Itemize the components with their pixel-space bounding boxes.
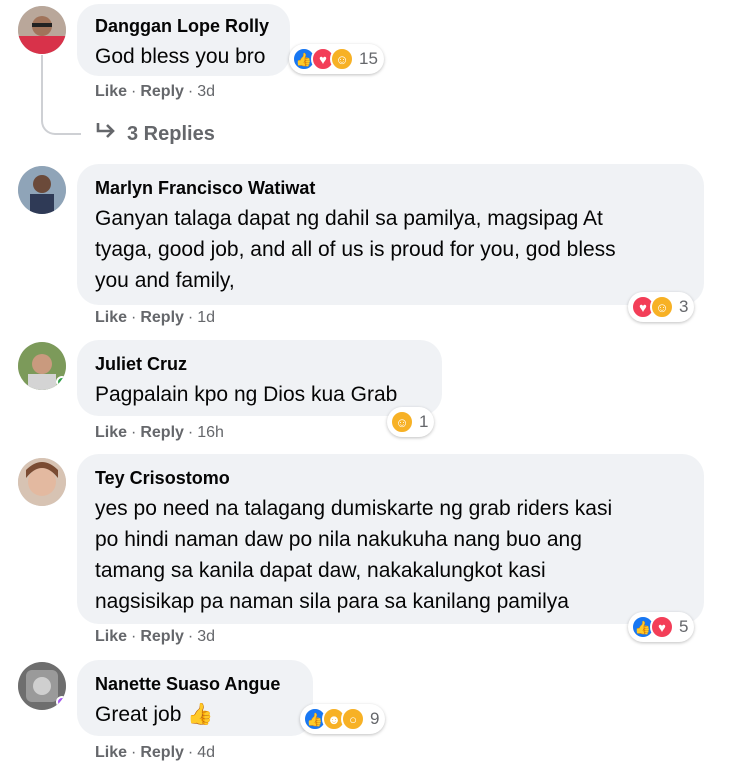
avatar-photo: [18, 166, 66, 214]
comment-time[interactable]: 3d: [197, 83, 215, 101]
comment-actions: Like · Reply · 16h: [95, 424, 224, 442]
reaction-count: 9: [370, 709, 380, 728]
care-icon: ☺: [330, 47, 354, 71]
comment-actions: Like · Reply · 3d: [95, 628, 215, 646]
reaction-count: 3: [679, 297, 689, 316]
comment-actions: Like · Reply · 3d: [95, 83, 215, 101]
care-icon: ☺: [650, 295, 674, 319]
avatar-photo: [18, 458, 66, 506]
separator: ·: [187, 744, 194, 761]
comment-text-line: nagsisikap pa naman sila para sa kanilan…: [95, 590, 569, 613]
separator: ·: [131, 628, 137, 645]
reaction-summary[interactable]: ☺ 1: [387, 407, 435, 437]
comment-text: God bless you bro: [95, 45, 266, 68]
separator: ·: [187, 83, 194, 100]
comment-author[interactable]: Nanette Suaso Angue: [95, 673, 295, 695]
separator: ·: [187, 424, 194, 441]
avatar[interactable]: [18, 458, 66, 506]
comment-author[interactable]: Marlyn Francisco Watiwat: [95, 177, 686, 199]
comment-author[interactable]: Danggan Lope Rolly: [95, 15, 272, 37]
separator: ·: [131, 309, 137, 326]
reaction-summary[interactable]: 👍 ☻ ○ 9: [300, 704, 386, 734]
comment-text-line: Ganyan talaga dapat ng dahil sa pamilya,…: [95, 207, 603, 230]
comment-text-line: tyaga, good job, and all of us is proud …: [95, 238, 616, 261]
like-button[interactable]: Like: [95, 309, 127, 327]
avatar-photo: [18, 6, 66, 54]
separator: ·: [131, 744, 137, 761]
reply-arrow-icon: [95, 122, 117, 146]
comment-time[interactable]: 4d: [197, 744, 215, 762]
reply-button[interactable]: Reply: [140, 744, 184, 762]
comment-author[interactable]: Juliet Cruz: [95, 353, 424, 375]
like-button[interactable]: Like: [95, 744, 127, 762]
comment-actions: Like · Reply · 1d: [95, 309, 215, 327]
comment-text-line: yes po need na talagang dumiskarte ng gr…: [95, 497, 613, 520]
comment-time[interactable]: 3d: [197, 628, 215, 646]
online-status-indicator: [56, 376, 66, 388]
comment-author[interactable]: Tey Crisostomo: [95, 467, 686, 489]
comment-bubble: Tey Crisostomo yes po need na talagang d…: [77, 454, 704, 624]
comment-bubble: Danggan Lope Rolly God bless you bro: [77, 4, 290, 76]
reply-button[interactable]: Reply: [140, 309, 184, 327]
comment-actions: Like · Reply · 4d: [95, 744, 215, 762]
comment-bubble: Nanette Suaso Angue Great job 👍: [77, 660, 313, 736]
online-status-indicator: [56, 696, 66, 708]
reaction-summary[interactable]: 👍 ♥ ☺ 15: [289, 44, 384, 74]
comment-text-line: tamang sa kanila dapat daw, nakakalungko…: [95, 559, 546, 582]
comment-time[interactable]: 16h: [197, 424, 224, 442]
separator: ·: [187, 628, 194, 645]
comment-text: yes po need na talagang dumiskarte ng gr…: [95, 493, 686, 617]
comment-time[interactable]: 1d: [197, 309, 215, 327]
avatar[interactable]: [18, 166, 66, 214]
separator: ·: [131, 424, 137, 441]
reaction-count: 5: [679, 617, 689, 636]
view-replies-link[interactable]: 3 Replies: [95, 122, 215, 146]
comment-bubble: Marlyn Francisco Watiwat Ganyan talaga d…: [77, 164, 704, 305]
comment-text: Ganyan talaga dapat ng dahil sa pamilya,…: [95, 203, 686, 296]
separator: ·: [187, 309, 194, 326]
reply-button[interactable]: Reply: [140, 424, 184, 442]
reaction-summary[interactable]: 👍 ♥ 5: [628, 612, 695, 642]
like-button[interactable]: Like: [95, 83, 127, 101]
comment-text-line: po hindi naman daw po nila nakukuha nang…: [95, 528, 582, 551]
separator: ·: [131, 83, 137, 100]
reaction-count: 1: [419, 412, 429, 431]
like-button[interactable]: Like: [95, 628, 127, 646]
reply-button[interactable]: Reply: [140, 83, 184, 101]
reply-thread-line: [41, 55, 81, 135]
wow-icon: ○: [341, 707, 365, 731]
comment-text: Pagpalain kpo ng Dios kua Grab: [95, 383, 398, 406]
avatar[interactable]: [18, 662, 66, 710]
avatar[interactable]: [18, 6, 66, 54]
comment-bubble: Juliet Cruz Pagpalain kpo ng Dios kua Gr…: [77, 340, 442, 416]
comment-text: Great job 👍: [95, 703, 214, 726]
love-icon: ♥: [650, 615, 674, 639]
replies-count-label: 3 Replies: [127, 122, 215, 145]
like-button[interactable]: Like: [95, 424, 127, 442]
avatar[interactable]: [18, 342, 66, 390]
reply-button[interactable]: Reply: [140, 628, 184, 646]
comment-text-line: you and family,: [95, 269, 235, 292]
reaction-summary[interactable]: ♥ ☺ 3: [628, 292, 695, 322]
reaction-count: 15: [359, 49, 378, 68]
care-icon: ☺: [390, 410, 414, 434]
